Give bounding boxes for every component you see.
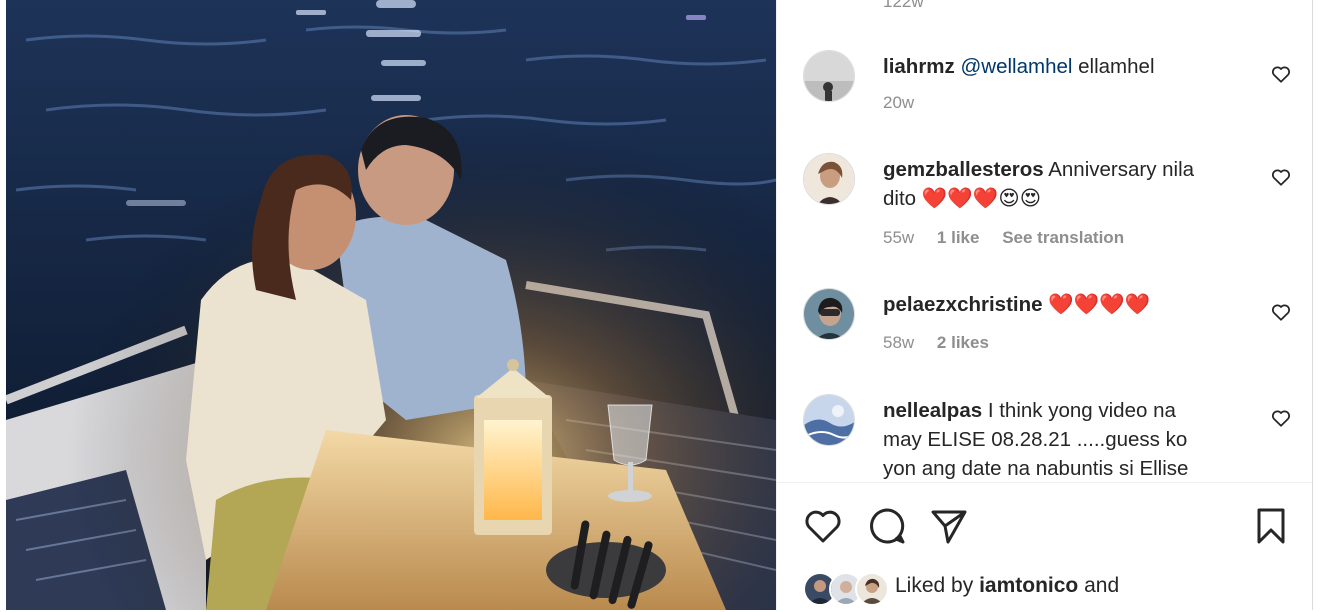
comment-body: ❤️❤️❤️❤️ <box>1042 293 1151 316</box>
comment-body-line2: may ELISE 08.28.21 .....guess ko <box>883 428 1188 451</box>
post-photo-illustration <box>6 0 776 610</box>
like-icon[interactable] <box>803 506 843 546</box>
comment-like-icon[interactable] <box>1270 166 1292 188</box>
liked-by-prefix: Liked by <box>895 574 980 597</box>
comment-like-icon[interactable] <box>1270 301 1292 323</box>
comment-text: pelaezxchristine ❤️❤️❤️❤️ <box>883 290 1243 319</box>
comment-username[interactable]: nellealpas <box>883 399 982 422</box>
comment-like-icon[interactable] <box>1270 407 1292 429</box>
see-translation-button[interactable]: See translation <box>1002 228 1124 247</box>
comment-mention[interactable]: @wellamhel <box>960 55 1072 78</box>
comment-body-line2: dito ❤️❤️❤️😍😍 <box>883 187 1042 210</box>
comment-body-line1: Anniversary nila <box>1043 158 1195 181</box>
liked-by-user[interactable]: iamtonico <box>979 574 1078 597</box>
comment-item: nellealpas I think yong video na may ELI… <box>777 394 1313 482</box>
comment-likes[interactable]: 1 like <box>937 228 980 247</box>
avatar[interactable] <box>803 288 855 340</box>
comment-username[interactable]: liahrmz <box>883 55 955 78</box>
comment-timestamp[interactable]: 58w <box>883 333 914 352</box>
comment-like-icon[interactable] <box>1270 63 1292 85</box>
avatar[interactable] <box>803 153 855 205</box>
comment-text: nellealpas I think yong video na may ELI… <box>883 396 1243 482</box>
comment-meta: 55w 1 like See translation <box>883 228 1142 248</box>
previous-comment-timestamp: 122w <box>883 0 924 11</box>
comment-icon[interactable] <box>867 506 907 546</box>
liker-avatar <box>855 572 889 606</box>
comment-meta: 58w 2 likes <box>883 333 1007 353</box>
save-icon[interactable] <box>1251 506 1291 546</box>
liked-by-text: Liked by iamtonico and <box>895 574 1119 598</box>
liked-by-row[interactable]: Liked by iamtonico and <box>803 572 1303 612</box>
comment-text: liahrmz @wellamhel ellamhel <box>883 52 1243 81</box>
liked-by-suffix: and <box>1078 574 1120 597</box>
avatar[interactable] <box>803 50 855 102</box>
comment-body-line1: I think yong video na <box>982 399 1176 422</box>
comments-panel: 122w liahrmz @wellamhel ellamhel 20w gem… <box>776 0 1313 610</box>
comment-text: gemzballesteros Anniversary nila dito ❤️… <box>883 155 1243 213</box>
comment-meta: 20w <box>883 93 932 113</box>
comment-username[interactable]: pelaezxchristine <box>883 293 1043 316</box>
actions-divider <box>777 482 1313 483</box>
post-photo[interactable] <box>6 0 776 610</box>
comment-username[interactable]: gemzballesteros <box>883 158 1044 181</box>
comment-body-line3: yon ang date na nabuntis si Ellise <box>883 457 1189 480</box>
avatar[interactable] <box>803 394 855 446</box>
window-right-edge <box>1312 0 1330 610</box>
share-icon[interactable] <box>929 506 969 546</box>
comment-likes[interactable]: 2 likes <box>937 333 989 352</box>
comment-timestamp[interactable]: 20w <box>883 93 914 112</box>
comment-timestamp[interactable]: 55w <box>883 228 914 247</box>
comment-body: ellamhel <box>1072 55 1155 78</box>
